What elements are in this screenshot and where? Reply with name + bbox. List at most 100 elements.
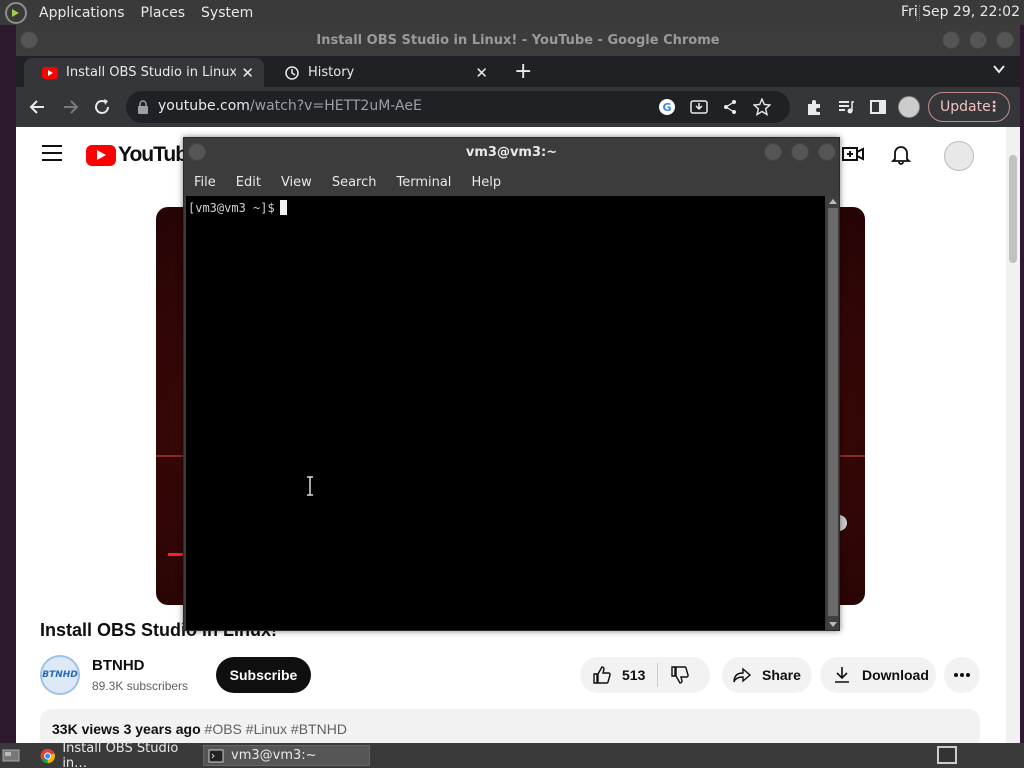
notifications-bell-icon[interactable] <box>890 143 912 165</box>
tab-close-icon[interactable]: ✕ <box>241 64 254 82</box>
channel-avatar-text: BTNHD <box>42 670 78 680</box>
google-lens-icon[interactable]: G <box>658 98 676 116</box>
minimize-icon[interactable] <box>942 31 960 49</box>
workspace-switcher[interactable] <box>937 746 957 764</box>
chrome-icon <box>40 748 55 763</box>
youtube-logo[interactable]: YouTube <box>86 143 199 167</box>
scrollbar-thumb[interactable] <box>1009 155 1017 263</box>
youtube-play-icon <box>86 144 116 166</box>
terminal-menubar: File Edit View Search Terminal Help <box>184 168 839 196</box>
create-video-icon[interactable] <box>842 145 864 163</box>
url-path: /watch?v=HETT2uM-AeE <box>249 98 422 114</box>
chrome-toolbar: youtube.com/watch?v=HETT2uM-AeE G Update… <box>16 87 1020 127</box>
places-menu[interactable]: Places <box>133 5 194 21</box>
tab-strip: Install OBS Studio in Linux! - YouTube ✕… <box>16 56 1020 87</box>
window-menu-icon[interactable] <box>20 31 38 49</box>
svg-text:G: G <box>662 101 671 114</box>
minimize-icon[interactable] <box>764 143 782 161</box>
player-progress <box>168 553 184 556</box>
thumbs-down-icon[interactable] <box>670 665 690 685</box>
terminal-prompt-line: [vm3@vm3 ~]$ <box>188 200 287 215</box>
side-panel-icon[interactable] <box>868 97 888 117</box>
maximize-icon[interactable] <box>791 143 809 161</box>
top-panel: Applications Places System Fri Sep 29, 2… <box>0 0 1024 25</box>
hashtags[interactable]: #OBS #Linux #BTNHD <box>205 721 347 737</box>
tab-title: Install OBS Studio in Linux! - YouTube <box>66 65 236 80</box>
shell-prompt: [vm3@vm3 ~]$ <box>188 201 275 215</box>
divider <box>657 663 659 687</box>
more-actions-button[interactable] <box>944 657 980 693</box>
close-icon[interactable] <box>996 31 1014 49</box>
tab-search-chevron-icon[interactable] <box>992 62 1006 76</box>
account-avatar[interactable] <box>944 141 974 171</box>
terminal-scrollbar[interactable] <box>827 196 839 630</box>
chrome-window-title: Install OBS Studio in Linux! - YouTube -… <box>316 33 720 48</box>
download-icon <box>835 667 849 683</box>
channel-avatar[interactable]: BTNHD <box>40 655 80 695</box>
url-text: youtube.com/watch?v=HETT2uM-AeE <box>158 98 422 114</box>
media-controls-icon[interactable] <box>836 97 856 117</box>
update-button[interactable]: Update ⋮ <box>928 92 1010 122</box>
scroll-up-arrow-icon[interactable] <box>829 199 837 204</box>
desktop-background-right <box>1020 25 1024 743</box>
chrome-menu-dots-icon[interactable]: ⋮ <box>987 93 1001 121</box>
show-desktop-icon[interactable] <box>2 747 20 763</box>
share-button[interactable]: Share <box>722 657 812 693</box>
chrome-titlebar[interactable]: Install OBS Studio in Linux! - YouTube -… <box>16 25 1020 56</box>
lock-icon[interactable] <box>137 100 149 114</box>
like-dislike-bar: 513 <box>580 657 710 693</box>
terminal-icon <box>208 749 224 762</box>
menu-help[interactable]: Help <box>471 175 501 190</box>
scroll-down-arrow-icon[interactable] <box>829 622 837 627</box>
url-host: youtube.com <box>158 98 250 114</box>
view-count-date: 33K views 3 years ago <box>52 721 201 737</box>
share-arrow-icon <box>733 667 752 683</box>
extensions-puzzle-icon[interactable] <box>804 97 824 117</box>
distro-logo-icon[interactable] <box>5 1 27 24</box>
terminal-window: vm3@vm3:~ File Edit View Search Terminal… <box>183 137 840 631</box>
menu-file[interactable]: File <box>194 175 216 190</box>
menu-terminal[interactable]: Terminal <box>396 175 451 190</box>
tab-history[interactable]: History ✕ <box>266 58 498 87</box>
description-box[interactable]: 33K views 3 years ago #OBS #Linux #BTNHD <box>40 709 980 743</box>
subscribe-button[interactable]: Subscribe <box>216 657 311 693</box>
maximize-icon[interactable] <box>969 31 987 49</box>
terminal-titlebar[interactable]: vm3@vm3:~ <box>184 138 839 168</box>
download-button[interactable]: Download <box>820 657 936 693</box>
taskbar-item-terminal[interactable]: vm3@vm3:~ <box>203 745 370 766</box>
share-icon[interactable] <box>722 99 738 115</box>
window-menu-icon[interactable] <box>188 143 206 161</box>
taskbar-item-chrome[interactable]: Install OBS Studio in… <box>36 741 201 768</box>
terminal-output[interactable]: [vm3@vm3 ~]$ <box>186 196 825 630</box>
menu-edit[interactable]: Edit <box>236 175 261 190</box>
close-icon[interactable] <box>818 143 836 161</box>
taskbar-item-label: Install OBS Studio in… <box>62 740 179 768</box>
hamburger-menu-icon[interactable] <box>42 145 62 161</box>
install-app-icon[interactable] <box>690 99 708 115</box>
tab-youtube[interactable]: Install OBS Studio in Linux! - YouTube ✕ <box>24 58 264 87</box>
scrollbar-thumb[interactable] <box>828 208 838 616</box>
new-tab-plus-icon[interactable]: + <box>514 59 532 84</box>
bookmark-star-icon[interactable] <box>753 98 771 116</box>
menu-search[interactable]: Search <box>332 175 377 190</box>
share-label: Share <box>762 667 801 683</box>
youtube-favicon-icon <box>42 66 58 79</box>
more-horizontal-icon <box>954 673 970 677</box>
channel-name[interactable]: BTNHD <box>92 657 145 674</box>
clock[interactable]: Fri Sep 29, 22:02 <box>901 4 1020 20</box>
profile-avatar[interactable] <box>898 96 920 118</box>
like-button[interactable]: 513 <box>580 665 645 685</box>
like-count: 513 <box>622 667 646 683</box>
ibeam-cursor-icon <box>307 476 313 496</box>
menu-view[interactable]: View <box>281 175 312 190</box>
back-arrow-icon[interactable] <box>28 97 48 117</box>
tab-close-icon[interactable]: ✕ <box>475 64 488 82</box>
terminal-title: vm3@vm3:~ <box>465 145 558 160</box>
forward-arrow-icon[interactable] <box>60 97 80 117</box>
page-scrollbar[interactable] <box>1006 127 1020 743</box>
reload-icon[interactable] <box>92 97 112 117</box>
taskbar-item-label: vm3@vm3:~ <box>231 748 317 763</box>
system-menu[interactable]: System <box>193 5 261 21</box>
applications-menu[interactable]: Applications <box>31 5 133 21</box>
address-bar[interactable]: youtube.com/watch?v=HETT2uM-AeE G <box>126 91 790 123</box>
